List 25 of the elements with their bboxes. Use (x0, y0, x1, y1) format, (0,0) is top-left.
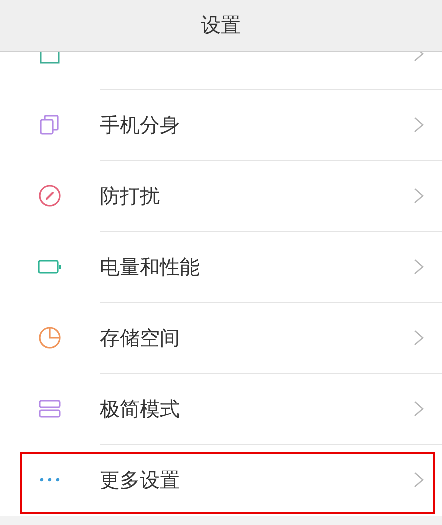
settings-item[interactable]: 更多设置 (0, 445, 442, 515)
settings-item[interactable]: 电量和性能 (0, 232, 442, 302)
settings-item[interactable]: 防打扰 (0, 161, 442, 231)
item-label: 更多设置 (100, 468, 180, 492)
more-icon (40, 478, 60, 482)
item-label: 存储空间 (100, 326, 180, 350)
chevron-right-icon (414, 330, 424, 346)
settings-item[interactable]: 存储空间 (0, 303, 442, 373)
item-label: 手机分身 (100, 112, 180, 136)
page-title: 设置 (201, 12, 241, 39)
chevron-right-icon (414, 472, 424, 488)
settings-item[interactable]: 极简模式 (0, 374, 442, 444)
do-not-disturb-icon (38, 184, 62, 208)
battery-icon (38, 259, 62, 275)
stacked-bars-icon (39, 400, 61, 418)
item-label: 电量和性能 (100, 254, 200, 278)
pie-chart-icon (38, 326, 62, 350)
copy-icon (39, 114, 61, 136)
chevron-right-icon (414, 117, 424, 133)
chevron-right-icon (414, 259, 424, 275)
settings-item[interactable]: 手机分身 (0, 90, 442, 160)
chevron-right-icon (414, 401, 424, 417)
chevron-right-icon (414, 188, 424, 204)
item-label: 防打扰 (100, 184, 160, 208)
item-label: 极简模式 (100, 396, 180, 420)
